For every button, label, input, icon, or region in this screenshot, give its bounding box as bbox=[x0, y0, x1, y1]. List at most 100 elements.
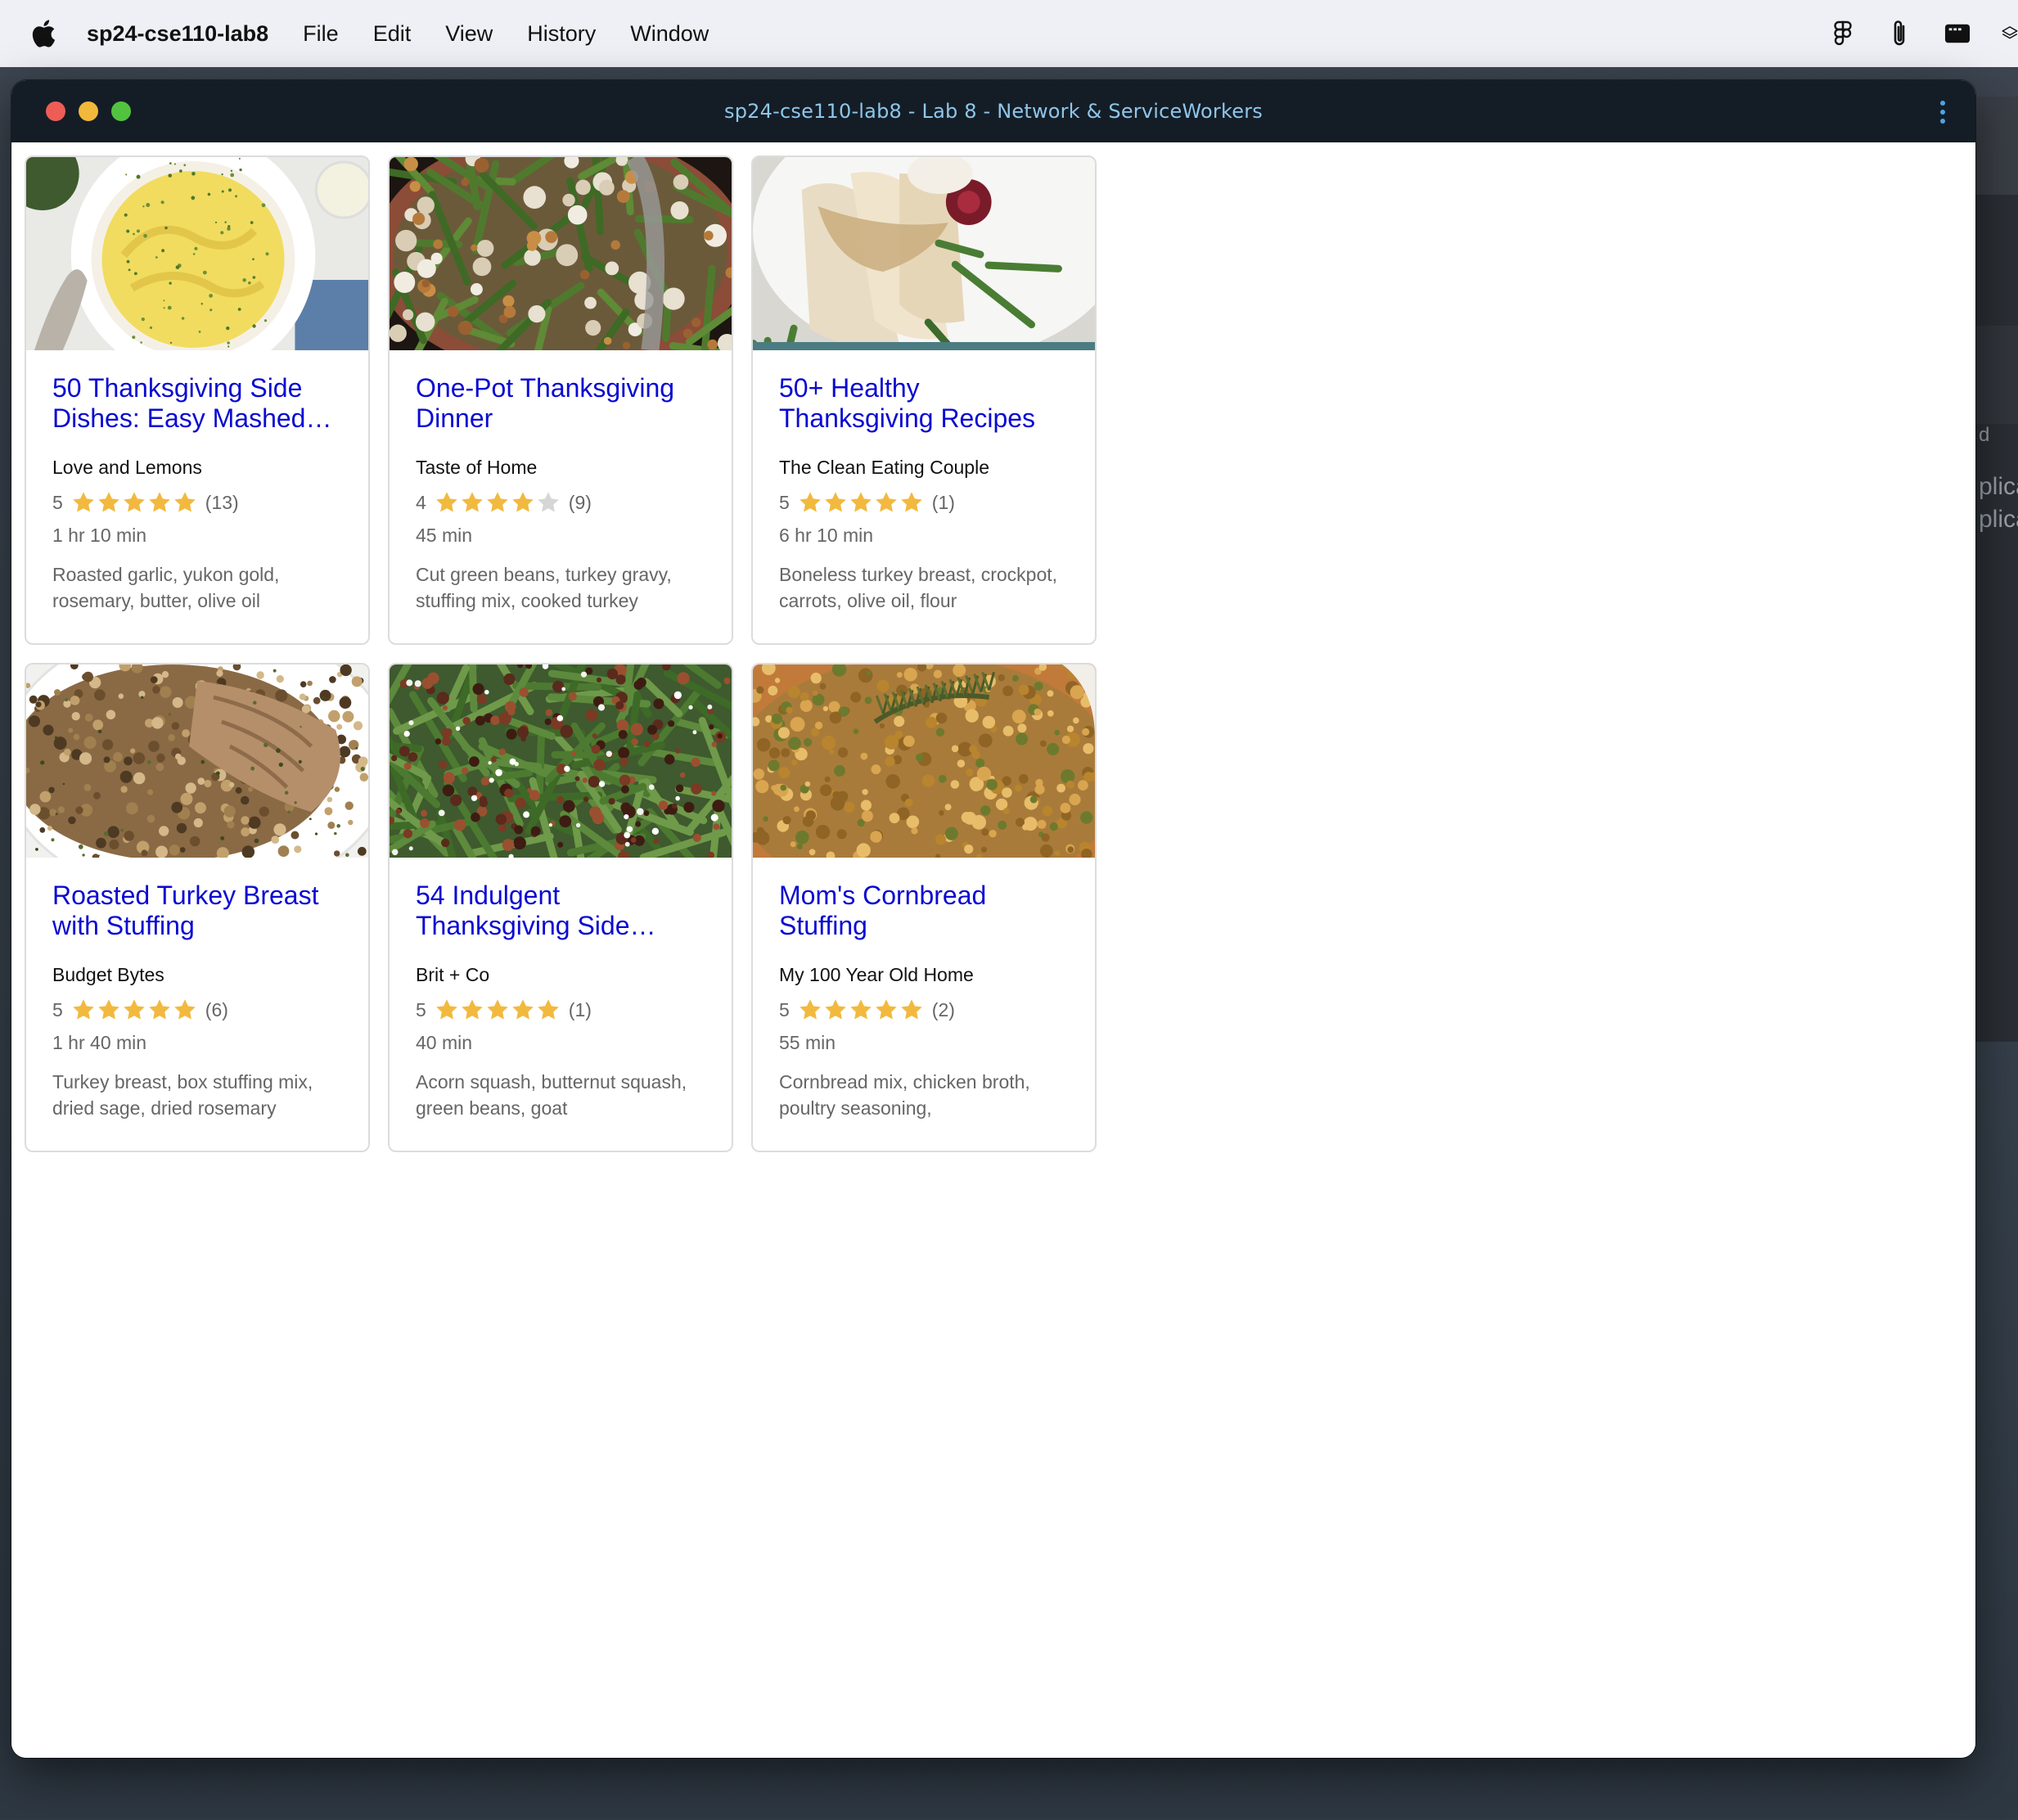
rating-count: (13) bbox=[205, 491, 239, 513]
star-filled-icon bbox=[487, 492, 508, 512]
more-options-icon[interactable] bbox=[1935, 98, 1951, 126]
recipe-ingredients: Roasted garlic, yukon gold, rosemary, bu… bbox=[52, 564, 280, 611]
menu-bar: sp24-cse110-lab8 File Edit View History … bbox=[0, 0, 2018, 67]
recipe-time: 55 min bbox=[779, 1032, 836, 1053]
recipe-card[interactable]: One-Pot Thanksgiving Dinner Taste of Hom… bbox=[388, 155, 733, 645]
layers-icon[interactable] bbox=[2002, 19, 2018, 48]
recipe-image[interactable] bbox=[753, 157, 1095, 350]
rating-stars bbox=[798, 490, 924, 515]
recipe-source: Love and Lemons bbox=[52, 457, 202, 478]
recipe-time: 1 hr 40 min bbox=[52, 1032, 147, 1053]
menu-history[interactable]: History bbox=[527, 21, 596, 47]
recipe-title-link[interactable]: One-Pot Thanksgiving Dinner bbox=[416, 373, 705, 434]
star-filled-icon bbox=[850, 492, 872, 512]
traffic-lights bbox=[46, 101, 131, 121]
star-filled-icon bbox=[901, 999, 922, 1020]
star-filled-icon bbox=[174, 999, 196, 1020]
star-filled-icon bbox=[800, 492, 821, 512]
star-filled-icon bbox=[538, 999, 559, 1020]
recipe-ingredients: Turkey breast, box stuffing mix, dried s… bbox=[52, 1071, 313, 1119]
rating-value: 4 bbox=[416, 491, 426, 513]
recipe-card-body: 50+ Healthy Thanksgiving Recipes The Cle… bbox=[753, 350, 1095, 614]
recipe-title-link[interactable]: Mom's Cornbread Stuffing bbox=[779, 881, 1069, 941]
star-filled-icon bbox=[825, 999, 846, 1020]
menu-window[interactable]: Window bbox=[630, 21, 709, 47]
recipe-card[interactable]: 50+ Healthy Thanksgiving Recipes The Cle… bbox=[751, 155, 1097, 645]
rating-count: (1) bbox=[568, 998, 592, 1020]
star-filled-icon bbox=[98, 999, 119, 1020]
recipe-grid: 50 Thanksgiving Side Dishes: Easy Mashed… bbox=[25, 155, 1097, 1152]
rating-stars bbox=[798, 998, 924, 1022]
recipe-image[interactable] bbox=[390, 157, 732, 350]
recipe-image[interactable] bbox=[26, 664, 368, 858]
rating-count: (9) bbox=[568, 491, 592, 513]
rating-value: 5 bbox=[52, 491, 63, 513]
star-filled-icon bbox=[800, 999, 821, 1020]
menu-extras bbox=[1830, 0, 2018, 67]
star-filled-icon bbox=[462, 999, 483, 1020]
menu-app-name[interactable]: sp24-cse110-lab8 bbox=[87, 21, 268, 47]
rating-count: (6) bbox=[205, 998, 228, 1020]
menu-file[interactable]: File bbox=[303, 21, 339, 47]
recipe-rating: 5 (2) bbox=[779, 998, 1069, 1022]
recipe-card-body: 50 Thanksgiving Side Dishes: Easy Mashed… bbox=[26, 350, 368, 614]
recipe-card-body: Mom's Cornbread Stuffing My 100 Year Old… bbox=[753, 858, 1095, 1121]
recipe-image[interactable] bbox=[390, 664, 732, 858]
browser-window: sp24-cse110-lab8 - Lab 8 - Network & Ser… bbox=[11, 80, 1975, 1758]
rating-value: 5 bbox=[416, 998, 426, 1020]
recipe-source: Budget Bytes bbox=[52, 964, 164, 985]
background-app-window bbox=[1974, 97, 2018, 1042]
recipe-image[interactable] bbox=[26, 157, 368, 350]
background-app-text: plica bbox=[1979, 473, 2018, 500]
close-button[interactable] bbox=[46, 101, 65, 121]
star-filled-icon bbox=[825, 492, 846, 512]
recipe-card-body: Roasted Turkey Breast with Stuffing Budg… bbox=[26, 858, 368, 1121]
star-filled-icon bbox=[174, 492, 196, 512]
recipe-time: 1 hr 10 min bbox=[52, 525, 147, 546]
window-titlebar[interactable]: sp24-cse110-lab8 - Lab 8 - Network & Ser… bbox=[11, 80, 1975, 142]
minimize-button[interactable] bbox=[79, 101, 98, 121]
star-filled-icon bbox=[876, 492, 897, 512]
zoom-button[interactable] bbox=[111, 101, 131, 121]
recipe-title-link[interactable]: 50+ Healthy Thanksgiving Recipes bbox=[779, 373, 1069, 434]
recipe-rating: 5 (1) bbox=[416, 998, 705, 1022]
menu-view[interactable]: View bbox=[445, 21, 493, 47]
star-filled-icon bbox=[850, 999, 872, 1020]
star-filled-icon bbox=[436, 492, 457, 512]
recipe-card[interactable]: 50 Thanksgiving Side Dishes: Easy Mashed… bbox=[25, 155, 370, 645]
rating-value: 5 bbox=[779, 998, 790, 1020]
menu-edit[interactable]: Edit bbox=[373, 21, 412, 47]
figma-icon[interactable] bbox=[1830, 19, 1856, 48]
star-empty-icon bbox=[538, 492, 559, 512]
apple-icon[interactable] bbox=[31, 17, 59, 50]
recipe-ingredients: Cornbread mix, chicken broth, poultry se… bbox=[779, 1071, 1030, 1119]
recipe-time: 6 hr 10 min bbox=[779, 525, 874, 546]
paperclip-icon[interactable] bbox=[1887, 19, 1913, 48]
background-app-text: d bbox=[1979, 424, 1990, 446]
star-filled-icon bbox=[98, 492, 119, 512]
recipe-ingredients: Boneless turkey breast, crockpot, carrot… bbox=[779, 564, 1058, 611]
recipe-time: 40 min bbox=[416, 1032, 473, 1053]
recipe-source: Brit + Co bbox=[416, 964, 490, 985]
recipe-rating: 5 (1) bbox=[779, 490, 1069, 515]
recipe-card[interactable]: 54 Indulgent Thanksgiving Side… Brit + C… bbox=[388, 663, 733, 1152]
recipe-image[interactable] bbox=[753, 664, 1095, 858]
recipe-card[interactable]: Mom's Cornbread Stuffing My 100 Year Old… bbox=[751, 663, 1097, 1152]
window-title: sp24-cse110-lab8 - Lab 8 - Network & Ser… bbox=[724, 100, 1263, 123]
recipe-source: Taste of Home bbox=[416, 457, 538, 478]
window-icon[interactable] bbox=[1944, 19, 1971, 48]
rating-stars bbox=[435, 490, 561, 515]
star-filled-icon bbox=[876, 999, 897, 1020]
page-content: 50 Thanksgiving Side Dishes: Easy Mashed… bbox=[11, 142, 1975, 1758]
star-filled-icon bbox=[487, 999, 508, 1020]
recipe-title-link[interactable]: 54 Indulgent Thanksgiving Side… bbox=[416, 881, 705, 941]
recipe-title-link[interactable]: 50 Thanksgiving Side Dishes: Easy Mashed… bbox=[52, 373, 342, 434]
star-filled-icon bbox=[149, 999, 170, 1020]
star-filled-icon bbox=[901, 492, 922, 512]
rating-value: 5 bbox=[779, 491, 790, 513]
recipe-card[interactable]: Roasted Turkey Breast with Stuffing Budg… bbox=[25, 663, 370, 1152]
star-filled-icon bbox=[149, 492, 170, 512]
rating-value: 5 bbox=[52, 998, 63, 1020]
recipe-source: The Clean Eating Couple bbox=[779, 457, 989, 478]
recipe-title-link[interactable]: Roasted Turkey Breast with Stuffing bbox=[52, 881, 342, 941]
